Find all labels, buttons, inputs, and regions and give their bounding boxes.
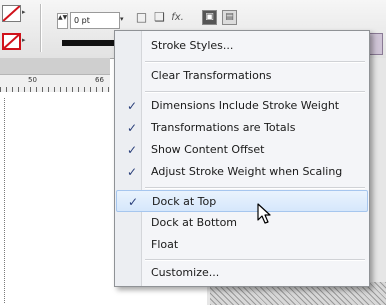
menu-item-label: Customize... <box>151 266 220 279</box>
drop-shadow-icon[interactable]: ❑ <box>152 10 167 25</box>
stroke-weight-dropdown-icon[interactable]: ▾ <box>120 13 128 25</box>
menu-item-adjust-stroke-weight-when-scaling[interactable]: ✓ Adjust Stroke Weight when Scaling <box>116 161 368 183</box>
text-wrap-icon[interactable]: ▤ <box>222 10 237 25</box>
checkmark-icon: ✓ <box>126 121 138 135</box>
checkmark-icon: ✓ <box>126 99 138 113</box>
menu-item-label: Float <box>151 238 179 251</box>
stroke-weight-spinner[interactable]: ▲▼ <box>57 13 68 29</box>
menu-separator <box>145 187 365 189</box>
menu-item-customize[interactable]: Customize... <box>116 262 368 284</box>
mouse-cursor-icon <box>257 203 271 224</box>
menu-item-label: Dimensions Include Stroke Weight <box>151 99 340 112</box>
menu-item-stroke-styles[interactable]: Stroke Styles... <box>116 35 368 57</box>
checkmark-icon: ✓ <box>127 195 139 209</box>
app-window: ▸ ▸ ▲▼ 0 pt ▾ □ ❑ fx. ▣ ▤ ▾ + 50 66 Stro… <box>0 0 386 305</box>
stroke-swatch-icon[interactable] <box>2 33 21 50</box>
menu-item-label: Adjust Stroke Weight when Scaling <box>151 165 343 178</box>
menu-item-float[interactable]: Float <box>116 234 368 256</box>
stroke-weight-field[interactable]: 0 pt <box>70 12 120 29</box>
page-edge-guide <box>4 98 5 303</box>
control-panel-menu: Stroke Styles... Clear Transformations ✓… <box>114 30 370 287</box>
align-icon[interactable]: □ <box>134 10 149 25</box>
toolbar-divider <box>40 4 42 52</box>
menu-item-show-content-offset[interactable]: ✓ Show Content Offset <box>116 139 368 161</box>
frame-fit-icon[interactable]: ▣ <box>202 10 217 25</box>
menu-item-label: Dock at Bottom <box>151 216 238 229</box>
menu-separator <box>145 259 365 261</box>
menu-item-label: Clear Transformations <box>151 69 272 82</box>
pasteboard-band <box>0 58 110 74</box>
menu-item-label: Dock at Top <box>152 195 217 208</box>
menu-item-label: Stroke Styles... <box>151 39 234 52</box>
menu-separator <box>145 91 365 93</box>
fill-swatch-arrow-icon[interactable]: ▸ <box>22 8 29 16</box>
horizontal-ruler[interactable]: 50 66 <box>0 74 110 93</box>
menu-item-dock-at-top[interactable]: ✓ Dock at Top <box>116 190 368 212</box>
menu-item-label: Show Content Offset <box>151 143 265 156</box>
menu-separator <box>145 61 365 63</box>
document-page[interactable] <box>0 92 110 305</box>
menu-item-dimensions-include-stroke-weight[interactable]: ✓ Dimensions Include Stroke Weight <box>116 95 368 117</box>
menu-item-dock-at-bottom[interactable]: Dock at Bottom <box>116 212 368 234</box>
menu-item-clear-transformations[interactable]: Clear Transformations <box>116 65 368 87</box>
checkmark-icon: ✓ <box>126 143 138 157</box>
stroke-type-preview[interactable] <box>62 40 117 46</box>
ruler-label: 66 <box>95 76 104 84</box>
fill-swatch-icon[interactable] <box>2 5 21 22</box>
menu-item-label: Transformations are Totals <box>151 121 296 134</box>
ruler-label: 50 <box>28 76 37 84</box>
checkmark-icon: ✓ <box>126 165 138 179</box>
effects-icon[interactable]: fx. <box>170 10 185 25</box>
stroke-swatch-arrow-icon[interactable]: ▸ <box>22 36 29 44</box>
menu-item-transformations-are-totals[interactable]: ✓ Transformations are Totals <box>116 117 368 139</box>
